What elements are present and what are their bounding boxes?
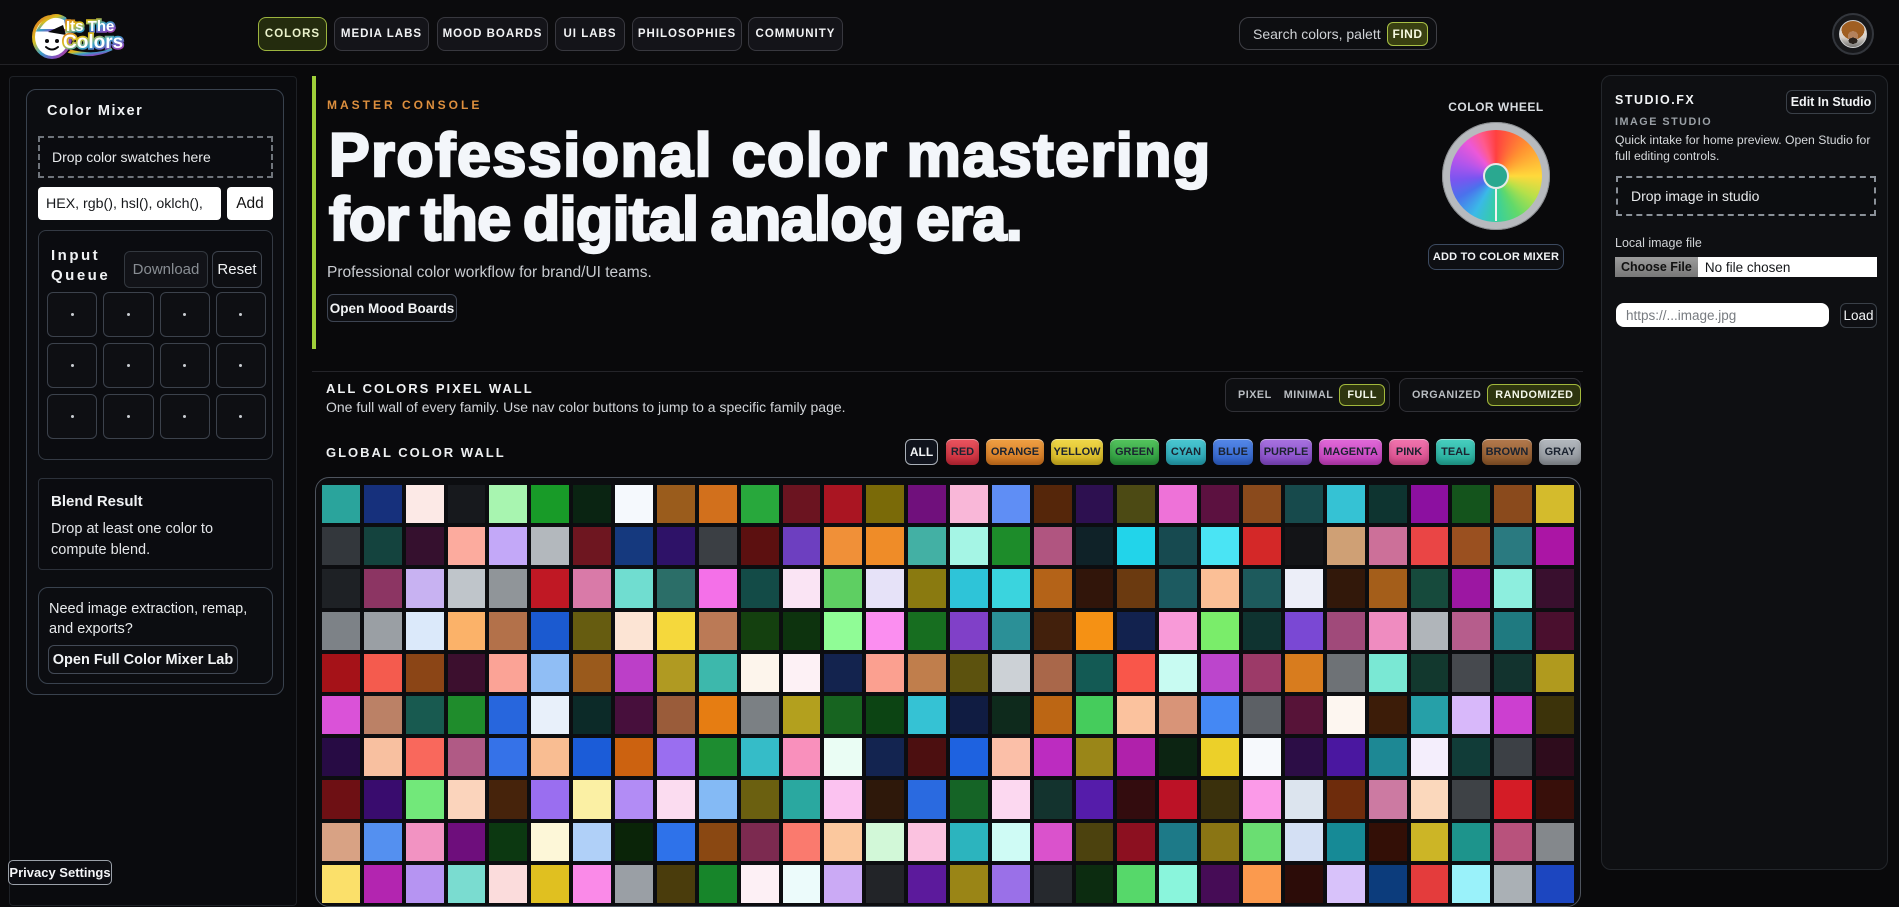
svg-text:Colors: Colors xyxy=(63,32,123,53)
